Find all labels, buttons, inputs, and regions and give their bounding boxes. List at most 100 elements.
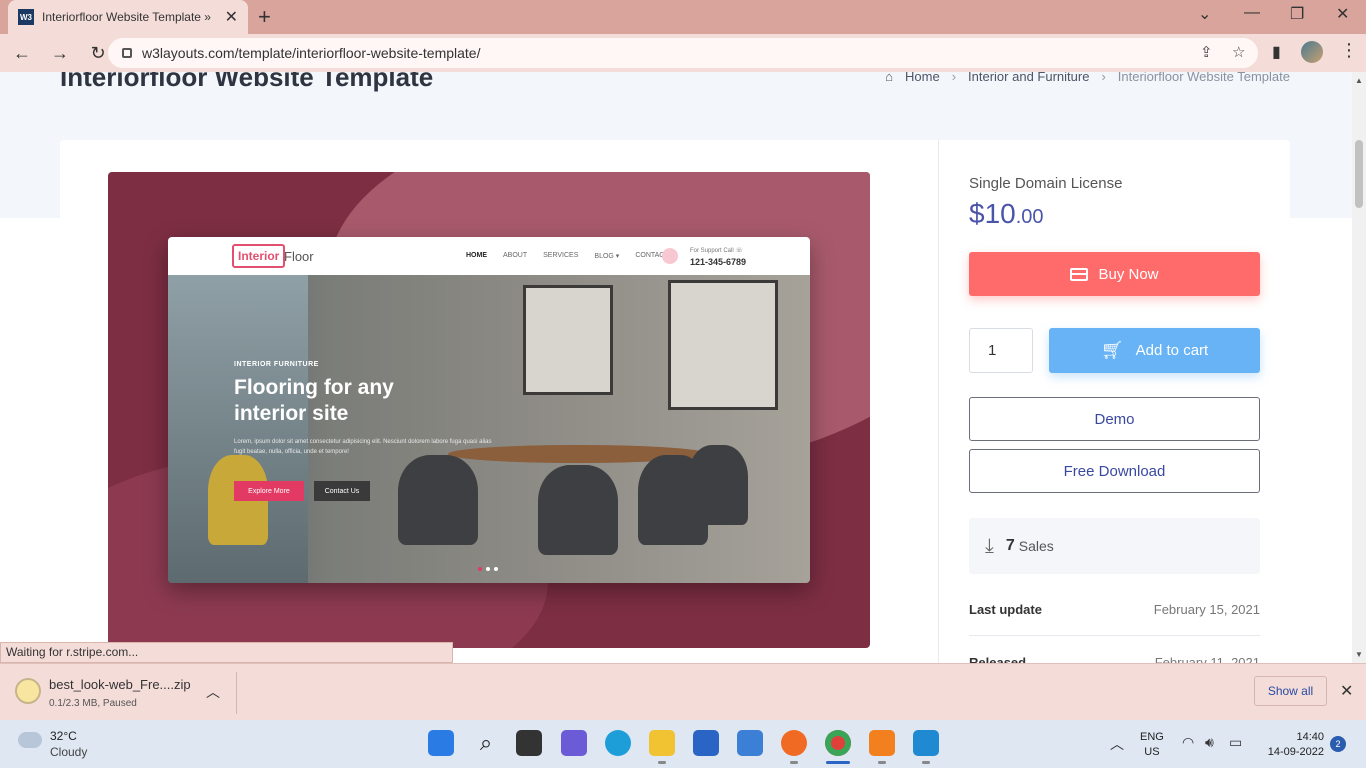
released-label: Released (969, 655, 1027, 663)
firefox-icon[interactable] (781, 730, 807, 756)
mock-menu-item: ABOUT (503, 252, 528, 259)
mock-search-icon (662, 248, 678, 264)
start-icon[interactable] (428, 730, 454, 756)
running-indicator (922, 761, 930, 764)
breadcrumb-current: Interiorfloor Website Template (1117, 72, 1290, 84)
template-preview-image[interactable]: Interior Floor HOME ABOUT SERVICES BLOG … (108, 172, 870, 648)
share-icon[interactable]: ⇪ (1200, 43, 1213, 61)
breadcrumb-category[interactable]: Interior and Furniture (968, 72, 1089, 84)
breadcrumb-home[interactable]: Home (905, 72, 940, 84)
add-to-cart-button[interactable]: 🛒︎ Add to cart (1049, 328, 1260, 373)
tab-title: Interiorfloor Website Template » (42, 10, 211, 24)
mock-navbar: Interior Floor HOME ABOUT SERVICES BLOG … (168, 237, 810, 275)
status-bar: Waiting for r.stripe.com... (0, 642, 453, 663)
mock-phone: 121-345-6789 (690, 257, 747, 267)
restore-icon[interactable]: ❐ (1290, 4, 1304, 24)
show-hidden-icons-chevron-icon[interactable]: ︿ (1110, 734, 1124, 754)
tab-search-chevron-icon[interactable]: ⌄ (1198, 4, 1211, 24)
close-download-shelf-icon[interactable]: ✕ (1340, 681, 1353, 701)
scroll-thumb[interactable] (1355, 140, 1363, 208)
tab-close-icon[interactable]: ✕ (225, 7, 238, 27)
breadcrumb: ⌂ Home › Interior and Furniture › Interi… (885, 72, 1290, 84)
xampp-icon[interactable] (869, 730, 895, 756)
breadcrumb-separator-icon: › (951, 72, 957, 84)
free-download-button[interactable]: Free Download (969, 449, 1260, 493)
license-label: Single Domain License (969, 175, 1123, 192)
url-text[interactable]: w3layouts.com/template/interiorfloor-web… (142, 45, 480, 61)
chair (688, 445, 748, 525)
address-bar[interactable]: w3layouts.com/template/interiorfloor-web… (108, 38, 1258, 68)
download-file-name[interactable]: best_look-web_Fre....zip (49, 677, 191, 692)
chevron-up-icon[interactable]: ︿ (206, 682, 220, 702)
add-to-cart-label: Add to cart (1135, 342, 1209, 359)
bookmark-star-icon[interactable]: ☆ (1232, 43, 1245, 61)
room-photo (168, 275, 810, 583)
download-icon: ⤓ (985, 534, 994, 557)
file-explorer-icon[interactable] (649, 730, 675, 756)
mock-menu-item: HOME (466, 252, 487, 259)
minimize-icon[interactable]: — (1244, 4, 1260, 22)
price: $10.00 (969, 198, 1044, 230)
lock-icon[interactable] (122, 48, 132, 58)
scroll-up-icon[interactable]: ▲ (1355, 76, 1363, 85)
forward-icon[interactable]: → (44, 43, 76, 64)
notification-badge[interactable]: 2 (1330, 736, 1346, 752)
weather-condition[interactable]: Cloudy (50, 745, 87, 759)
breadcrumb-separator-icon: › (1101, 72, 1106, 84)
battery-icon[interactable]: ▭ (1229, 734, 1242, 751)
price-cents: .00 (1015, 206, 1044, 228)
last-update-value: February 15, 2021 (1153, 602, 1260, 617)
buy-now-label: Buy Now (1098, 265, 1159, 283)
date: 14-09-2022 (1267, 746, 1324, 758)
browser-tab[interactable]: W3 Interiorfloor Website Template » ✕ (8, 0, 248, 34)
mail-icon[interactable] (737, 730, 763, 756)
teams-chat-icon[interactable] (561, 730, 587, 756)
chair (538, 465, 618, 555)
new-tab-icon[interactable]: + (258, 4, 271, 30)
scroll-down-icon[interactable]: ▼ (1355, 650, 1363, 659)
browser-menu-icon[interactable]: ⋮ (1340, 40, 1358, 61)
released-value: February 11, 2021 (1154, 655, 1260, 663)
lang-code: ENG (1140, 731, 1164, 743)
mock-logo-secondary: Floor (284, 249, 314, 264)
mock-menu: HOME ABOUT SERVICES BLOG ▾ CONTACT (466, 252, 669, 260)
back-icon[interactable]: ← (6, 43, 38, 64)
cart-icon: 🛒︎ (1100, 340, 1124, 360)
mock-eyebrow: INTERIOR FURNITURE (234, 361, 319, 368)
mock-carousel-dots (478, 567, 498, 571)
mock-explore-button: Explore More (234, 481, 304, 501)
page-scrollbar[interactable]: ▲ ▼ (1352, 72, 1366, 663)
search-icon[interactable]: ⌕ (473, 730, 499, 756)
clock[interactable]: 14:40 14-09-2022 (1262, 730, 1324, 760)
mock-menu-item: BLOG ▾ (594, 253, 620, 260)
language-indicator[interactable]: ENG US (1140, 730, 1164, 760)
mock-menu-item: SERVICES (543, 252, 579, 259)
running-indicator (658, 761, 666, 764)
quantity-input[interactable]: 1 (969, 328, 1033, 373)
profile-avatar[interactable] (1301, 41, 1323, 63)
home-icon[interactable]: ⌂ (885, 72, 893, 84)
side-panel-icon[interactable]: ▮ (1272, 42, 1281, 62)
task-view-icon[interactable] (516, 730, 542, 756)
wifi-icon[interactable]: ◠ (1182, 734, 1194, 751)
zip-file-icon (15, 678, 41, 704)
browser-toolbar: ← → ↻ w3layouts.com/template/interiorflo… (0, 34, 1366, 72)
mock-paragraph: Lorem, ipsum dolor sit amet consectetur … (234, 439, 492, 455)
chrome-icon[interactable] (825, 730, 851, 756)
demo-button[interactable]: Demo (969, 397, 1260, 441)
volume-icon[interactable]: 🔊︎ (1205, 734, 1214, 751)
vscode-icon[interactable] (913, 730, 939, 756)
template-screenshot: Interior Floor HOME ABOUT SERVICES BLOG … (168, 237, 810, 583)
sales-box: ⤓ 7 Sales (969, 518, 1260, 574)
sales-label: Sales (1018, 538, 1054, 554)
buy-now-button[interactable]: Buy Now (969, 252, 1260, 296)
show-all-button[interactable]: Show all (1254, 676, 1327, 706)
weather-temperature[interactable]: 32°C (50, 729, 77, 743)
close-window-icon[interactable]: ✕ (1336, 4, 1349, 24)
download-shelf: best_look-web_Fre....zip 0.1/2.3 MB, Pau… (0, 663, 1366, 720)
microsoft-store-icon[interactable] (693, 730, 719, 756)
wall-frame (668, 280, 778, 410)
cloud-icon[interactable] (18, 732, 42, 748)
time: 14:40 (1296, 731, 1324, 743)
edge-icon[interactable] (605, 730, 631, 756)
